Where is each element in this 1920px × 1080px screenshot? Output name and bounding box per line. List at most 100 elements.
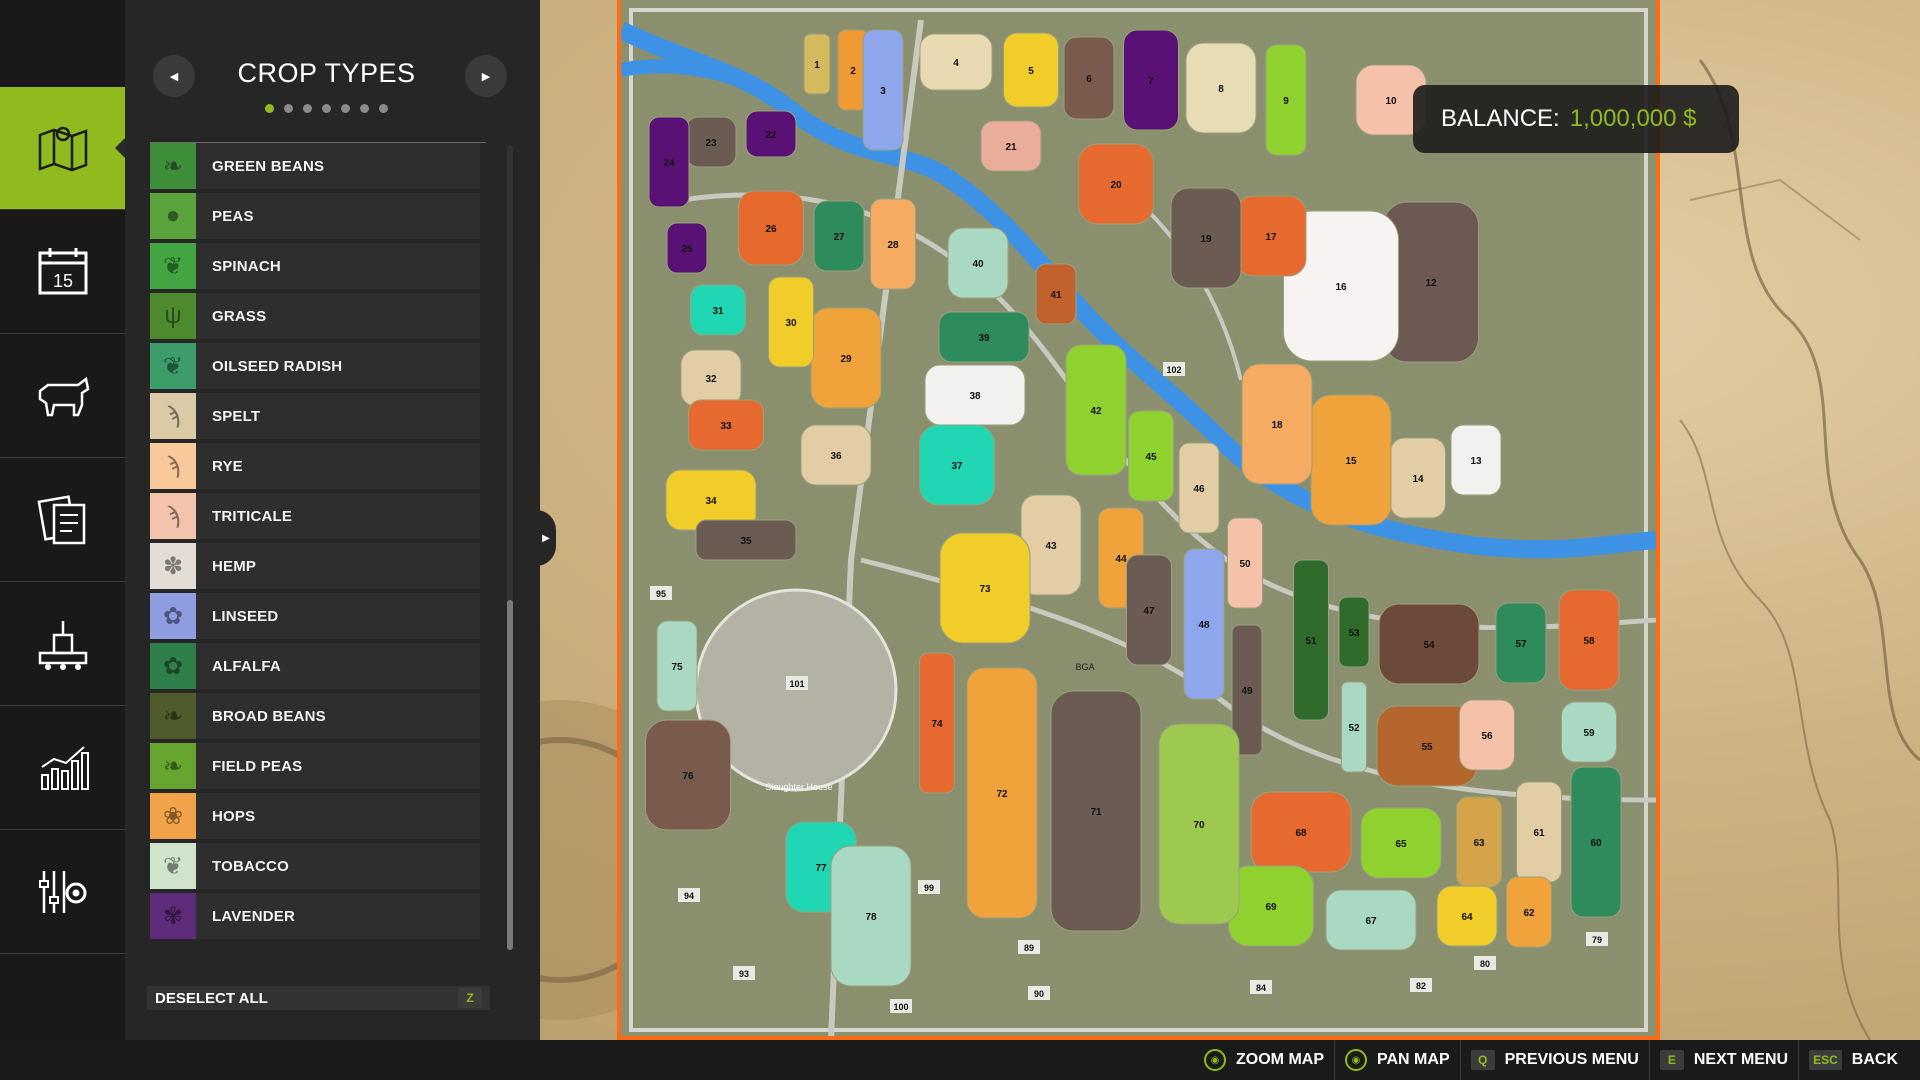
nav-production-button[interactable] — [0, 583, 125, 706]
map-field-71[interactable]: 71 — [1050, 690, 1142, 932]
map-field-57[interactable]: 57 — [1495, 602, 1547, 684]
crop-item-hops[interactable]: ❀ HOPS — [150, 793, 480, 839]
map-field-35[interactable]: 35 — [695, 519, 797, 561]
map-field-23[interactable]: 23 — [685, 116, 737, 168]
nav-calendar-button[interactable]: 15 — [0, 211, 125, 334]
page-dot[interactable] — [303, 104, 312, 113]
map-field-60[interactable]: 60 — [1570, 766, 1622, 918]
map-field-69[interactable]: 69 — [1228, 865, 1314, 947]
map-field-65[interactable]: 65 — [1360, 807, 1442, 879]
crop-item-grass[interactable]: ψ GRASS — [150, 293, 480, 339]
map-field-28[interactable]: 28 — [870, 198, 916, 290]
crop-list-scrollbar[interactable] — [507, 145, 513, 950]
crop-item-field-peas[interactable]: ❧ FIELD PEAS — [150, 743, 480, 789]
map-marker-89[interactable]: 89 — [1018, 940, 1040, 954]
map-field-42[interactable]: 42 — [1065, 344, 1127, 476]
map-field-48[interactable]: 48 — [1183, 548, 1225, 700]
map-field-41[interactable]: 41 — [1035, 263, 1077, 325]
crop-item-linseed[interactable]: ✿ LINSEED — [150, 593, 480, 639]
map-field-5[interactable]: 5 — [1003, 32, 1059, 108]
map-marker-94[interactable]: 94 — [678, 888, 700, 902]
hint-previous-menu[interactable]: Q PREVIOUS MENU — [1459, 1040, 1649, 1080]
crop-item-hemp[interactable]: ✽ HEMP — [150, 543, 480, 589]
map-field-68[interactable]: 68 — [1250, 791, 1352, 873]
map-field-67[interactable]: 67 — [1325, 889, 1417, 951]
nav-map-button[interactable] — [0, 87, 125, 210]
farm-map[interactable]: 1 2 3 4 5 6 7 8 9 10 12 13 14 15 16 17 18 19 20 21 22 23 24 25 2… — [617, 0, 1660, 1040]
map-field-72[interactable]: 72 — [966, 667, 1038, 919]
map-field-58[interactable]: 58 — [1558, 589, 1620, 691]
nav-settings-button[interactable] — [0, 831, 125, 954]
map-marker-90[interactable]: 90 — [1028, 986, 1050, 1000]
map-field-73[interactable]: 73 — [939, 532, 1031, 644]
next-page-button[interactable]: ▶ — [465, 55, 507, 97]
map-field-52[interactable]: 52 — [1341, 681, 1367, 773]
map-field-22[interactable]: 22 — [745, 110, 797, 158]
map-field-78[interactable]: 78 — [830, 845, 912, 987]
map-field-4[interactable]: 4 — [919, 33, 993, 91]
map-field-29[interactable]: 29 — [810, 307, 882, 409]
map-field-38[interactable]: 38 — [924, 364, 1026, 426]
map-field-54[interactable]: 54 — [1378, 603, 1480, 685]
crop-item-spinach[interactable]: ❦ SPINACH — [150, 243, 480, 289]
map-marker-80[interactable]: 80 — [1474, 956, 1496, 970]
map-field-7[interactable]: 7 — [1123, 29, 1179, 131]
crop-item-spelt[interactable]: ϡ SPELT — [150, 393, 480, 439]
map-field-39[interactable]: 39 — [938, 311, 1030, 363]
hint-zoom-map[interactable]: ◉ ZOOM MAP — [1194, 1040, 1334, 1080]
map-field-50[interactable]: 50 — [1227, 517, 1263, 609]
map-field-31[interactable]: 31 — [690, 284, 746, 336]
page-dot[interactable] — [284, 104, 293, 113]
map-marker-101[interactable]: 101 — [786, 676, 808, 690]
hint-next-menu[interactable]: E NEXT MENU — [1648, 1040, 1798, 1080]
nav-statistics-button[interactable] — [0, 707, 125, 830]
deselect-all-button[interactable]: DESELECT ALL Z — [147, 986, 490, 1010]
crop-item-tobacco[interactable]: ❦ TOBACCO — [150, 843, 480, 889]
hint-back[interactable]: ESC BACK — [1798, 1040, 1908, 1080]
map-field-70[interactable]: 70 — [1158, 723, 1240, 925]
map-field-32[interactable]: 32 — [680, 349, 742, 407]
map-marker-102[interactable]: 102 — [1163, 362, 1185, 376]
map-field-45[interactable]: 45 — [1128, 410, 1174, 502]
map-field-14[interactable]: 14 — [1390, 437, 1446, 519]
map-field-25[interactable]: 25 — [666, 222, 708, 274]
crop-item-oilseed-radish[interactable]: ❦ OILSEED RADISH — [150, 343, 480, 389]
map-field-40[interactable]: 40 — [947, 227, 1009, 299]
map-field-47[interactable]: 47 — [1126, 554, 1172, 666]
map-field-56[interactable]: 56 — [1459, 699, 1515, 771]
map-canvas[interactable]: 123456 789 1012131415161718192021222324252… — [621, 0, 1656, 1040]
crop-item-alfalfa[interactable]: ✿ ALFALFA — [150, 643, 480, 689]
map-field-46[interactable]: 46 — [1178, 442, 1220, 534]
map-marker-84[interactable]: 84 — [1250, 980, 1272, 994]
map-marker-100[interactable]: 100 — [890, 999, 912, 1013]
crop-item-lavender[interactable]: ✾ LAVENDER — [150, 893, 480, 939]
map-field-74[interactable]: 74 — [919, 652, 955, 794]
map-field-3[interactable]: 3 — [862, 29, 904, 151]
map-field-9[interactable]: 9 — [1265, 44, 1307, 156]
map-field-30[interactable]: 30 — [768, 276, 814, 368]
map-field-61[interactable]: 61 — [1516, 781, 1562, 883]
crop-item-rye[interactable]: ϡ RYE — [150, 443, 480, 489]
hint-pan-map[interactable]: ◉ PAN MAP — [1334, 1040, 1460, 1080]
map-field-36[interactable]: 36 — [800, 424, 872, 486]
map-field-17[interactable]: 17 — [1235, 195, 1307, 277]
map-marker-82[interactable]: 82 — [1410, 978, 1432, 992]
crop-item-peas[interactable]: ● PEAS — [150, 193, 480, 239]
map-marker-95[interactable]: 95 — [650, 586, 672, 600]
map-field-75[interactable]: 75 — [656, 620, 698, 712]
map-field-24[interactable]: 24 — [648, 116, 690, 208]
map-field-53[interactable]: 53 — [1338, 596, 1370, 668]
nav-contracts-button[interactable] — [0, 459, 125, 582]
crop-item-triticale[interactable]: ϡ TRITICALE — [150, 493, 480, 539]
map-marker-99[interactable]: 99 — [918, 880, 940, 894]
map-marker-93[interactable]: 93 — [733, 966, 755, 980]
crop-item-broad-beans[interactable]: ❧ BROAD BEANS — [150, 693, 480, 739]
map-field-6[interactable]: 6 — [1063, 36, 1115, 120]
map-field-13[interactable]: 13 — [1450, 424, 1502, 496]
scrollbar-thumb[interactable] — [507, 600, 513, 950]
map-field-59[interactable]: 59 — [1561, 701, 1617, 763]
nav-animals-button[interactable] — [0, 335, 125, 458]
page-dot[interactable] — [322, 104, 331, 113]
map-field-21[interactable]: 21 — [980, 120, 1042, 172]
map-field-27[interactable]: 27 — [813, 200, 865, 272]
